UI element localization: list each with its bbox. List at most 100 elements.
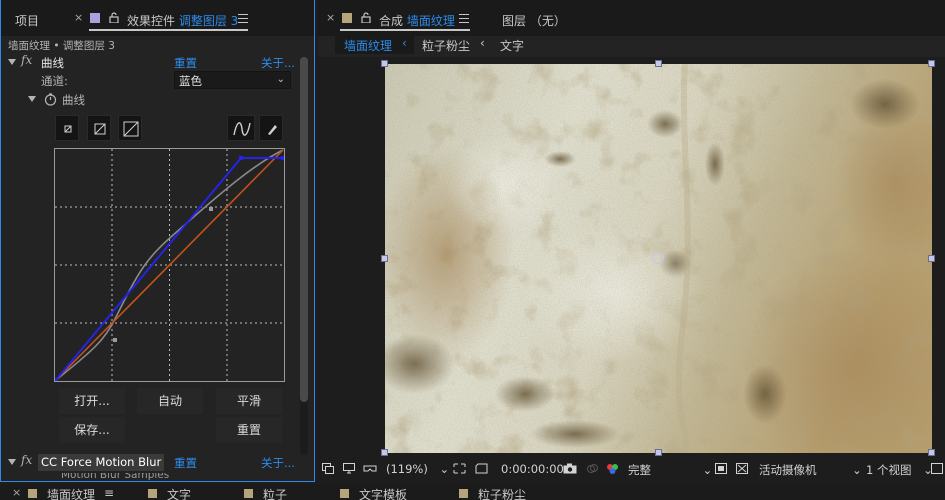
toggle-mask-icon[interactable] [736, 463, 748, 474]
medium-graph-button[interactable] [87, 115, 111, 141]
curve-point[interactable] [113, 338, 117, 342]
transform-handle[interactable] [655, 60, 662, 67]
breadcrumb-item-particle-dust[interactable]: 粒子粉尘 [422, 37, 470, 54]
transform-handle[interactable] [928, 449, 935, 456]
smooth-button[interactable]: 平滑 [216, 388, 282, 414]
timeline-tab-wall-texture[interactable]: 墙面纹理 [47, 486, 95, 500]
always-preview-icon[interactable] [322, 463, 334, 474]
motion-blur-samples-label: Motion Blur Samples [61, 473, 170, 481]
tab-effects-layer-name: 调整图层 3 [178, 14, 239, 28]
zoom-select[interactable]: (119%) ⌄ [386, 462, 449, 476]
transform-handle[interactable] [381, 60, 388, 67]
curves-graph-svg[interactable] [54, 149, 285, 382]
transform-handle[interactable] [381, 449, 388, 456]
fx-toggle-icon[interactable]: fx [21, 453, 32, 467]
channel-row: 通道: 蓝色 ⌄ [1, 71, 300, 90]
reset-curve-button[interactable]: 重置 [216, 417, 282, 443]
chevron-down-icon: ⌄ [702, 463, 713, 477]
chevron-down-icon: ⌄ [852, 463, 862, 477]
curves-prop-row: 曲线 [1, 90, 300, 109]
panel-subtitle: 墙面纹理 • 调整图层 3 [8, 40, 115, 52]
collapse-triangle-icon[interactable] [28, 96, 36, 102]
transform-handle[interactable] [381, 255, 388, 262]
scrollbar-thumb[interactable] [300, 57, 308, 402]
reset-link[interactable]: 重置 [174, 455, 197, 471]
medium-graph-icon [94, 123, 106, 135]
timeline-tab-particle-dust[interactable]: 粒子粉尘 [478, 486, 526, 500]
show-snapshot-icon[interactable] [586, 463, 599, 474]
timecode-display[interactable]: 0:00:00:00 [501, 462, 564, 476]
camera-select[interactable]: 活动摄像机 ⌄ [759, 462, 862, 478]
region-of-interest-icon[interactable] [453, 463, 466, 474]
breadcrumb-item-text[interactable]: 文字 [500, 37, 524, 54]
fx-toggle-icon[interactable]: fx [21, 53, 32, 67]
label-color-swatch [28, 489, 37, 498]
tab-project[interactable]: 项目 [15, 12, 39, 29]
auto-button[interactable]: 自动 [137, 388, 203, 414]
share-view-icon[interactable] [931, 463, 943, 474]
monitor-icon[interactable] [343, 463, 355, 474]
label-color-swatch [340, 489, 349, 498]
transparency-grid-icon[interactable] [475, 463, 488, 474]
channel-label: 通道: [41, 74, 68, 88]
save-button[interactable]: 保存... [59, 417, 125, 443]
effect-name: CC Force Motion Blur [38, 454, 165, 471]
breadcrumb-item-wall-texture[interactable]: 墙面纹理 [344, 37, 392, 54]
transform-handle[interactable] [928, 255, 935, 262]
large-graph-button[interactable] [118, 115, 142, 141]
anchor-point-icon[interactable] [652, 252, 664, 264]
panel-menu-icon[interactable] [238, 14, 248, 23]
left-tab-bar: 项目 × 效果控件 调整图层 3 [1, 0, 314, 36]
timeline-tab-text-template[interactable]: 文字模板 [359, 486, 407, 500]
about-link[interactable]: 关于... [261, 55, 295, 71]
close-icon[interactable]: × [12, 486, 21, 499]
curve-point[interactable] [209, 207, 213, 211]
channel-value: 蓝色 [179, 74, 202, 88]
vr-goggles-icon[interactable] [363, 463, 377, 474]
camera-value: 活动摄像机 [759, 463, 817, 477]
lock-icon[interactable] [361, 12, 371, 23]
close-icon[interactable]: × [74, 11, 83, 24]
label-color-swatch [459, 489, 468, 498]
panel-menu-icon[interactable] [459, 14, 469, 23]
small-graph-icon [64, 125, 72, 133]
curves-graph[interactable] [54, 148, 285, 382]
channel-color-icon[interactable] [606, 463, 619, 474]
lock-icon[interactable] [109, 12, 119, 23]
fast-preview-icon[interactable] [715, 463, 727, 474]
tab-composition[interactable]: 合成 墙面纹理 [379, 12, 455, 29]
transform-handle[interactable] [655, 449, 662, 456]
stopwatch-icon[interactable] [44, 93, 57, 106]
chevron-down-icon: ⌄ [276, 74, 285, 85]
reset-link[interactable]: 重置 [174, 55, 197, 71]
active-tab-indicator [89, 29, 248, 31]
effect-row-curves[interactable]: fx 曲线 重置 关于... [1, 53, 300, 72]
transform-handle[interactable] [928, 60, 935, 67]
right-tab-bar: × 合成 墙面纹理 图层 （无） [318, 0, 945, 36]
view-layout-select[interactable]: 1 个视图 ⌄ [866, 462, 933, 478]
effect-row-cc-force-motion-blur[interactable]: fx CC Force Motion Blur 重置 关于... [1, 453, 300, 472]
pencil-tool-button[interactable] [259, 115, 283, 141]
zoom-value: (119%) [386, 462, 428, 476]
open-button[interactable]: 打开... [59, 388, 125, 414]
collapse-triangle-icon[interactable] [8, 59, 16, 65]
resolution-select[interactable]: 完整 ⌄ [628, 462, 712, 478]
curve-point[interactable] [54, 378, 58, 382]
close-icon[interactable]: × [326, 11, 335, 24]
channel-select[interactable]: 蓝色 ⌄ [174, 71, 291, 89]
curve-point[interactable] [239, 156, 243, 160]
active-tab-indicator [340, 29, 470, 31]
small-graph-button[interactable] [55, 115, 79, 141]
about-link[interactable]: 关于... [261, 455, 295, 471]
bezier-curve-tool-button[interactable] [227, 115, 255, 141]
pencil-icon [268, 125, 277, 135]
tab-layer[interactable]: 图层 （无） [502, 12, 566, 29]
tab-effect-controls[interactable]: 效果控件 调整图层 3 [127, 12, 238, 29]
panel-menu-icon[interactable]: ≡ [104, 486, 114, 500]
snapshot-camera-icon[interactable] [563, 463, 577, 474]
collapse-triangle-icon[interactable] [8, 459, 16, 465]
label-color-swatch [342, 13, 352, 23]
timeline-tab-particles[interactable]: 粒子 [263, 486, 287, 500]
curve-point[interactable] [281, 156, 285, 160]
timeline-tab-text[interactable]: 文字 [167, 486, 191, 500]
